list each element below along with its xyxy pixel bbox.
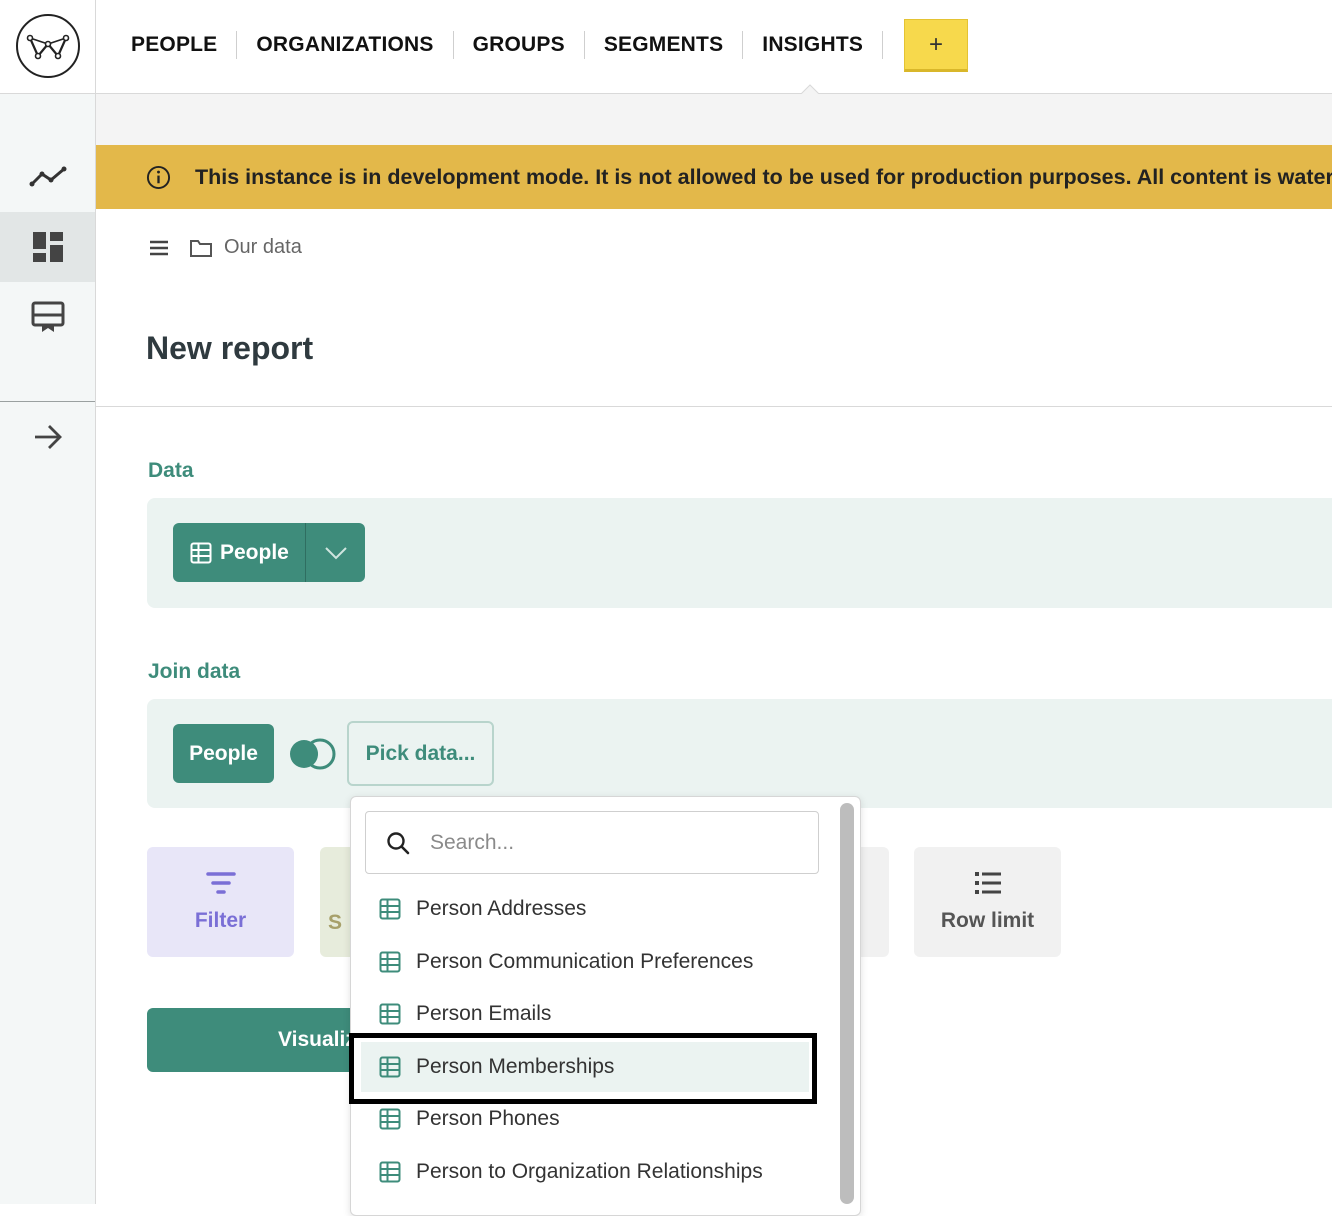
folder-icon bbox=[190, 239, 212, 257]
app-logo[interactable] bbox=[16, 14, 80, 78]
report-icon bbox=[31, 301, 64, 332]
data-section-label: Data bbox=[148, 459, 194, 482]
filter-tile[interactable]: Filter bbox=[147, 847, 294, 957]
breadcrumb-our-data[interactable]: Our data bbox=[224, 236, 302, 259]
main-nav: PEOPLE ORGANIZATIONS GROUPS SEGMENTS INS… bbox=[112, 0, 884, 90]
search-input[interactable] bbox=[430, 830, 790, 855]
table-icon bbox=[379, 951, 401, 973]
rail-dashboard-button[interactable] bbox=[0, 212, 95, 282]
header-strip bbox=[96, 94, 1332, 145]
top-bar: PEOPLE ORGANIZATIONS GROUPS SEGMENTS INS… bbox=[0, 0, 1332, 95]
table-icon bbox=[379, 1108, 401, 1130]
rail-report-button[interactable] bbox=[0, 282, 95, 352]
nav-insights[interactable]: INSIGHTS bbox=[743, 31, 884, 59]
nav-segments[interactable]: SEGMENTS bbox=[585, 31, 744, 59]
add-button[interactable]: + bbox=[904, 19, 968, 72]
nav-people[interactable]: PEOPLE bbox=[112, 31, 238, 59]
row-limit-label: Row limit bbox=[940, 909, 1035, 932]
table-icon bbox=[190, 542, 212, 563]
dropdown-option[interactable]: Person to Organization Relationships bbox=[361, 1147, 809, 1197]
chevron-down-icon bbox=[324, 546, 347, 559]
dropdown-option[interactable]: Person Emails bbox=[361, 989, 809, 1039]
dropdown-option[interactable]: Person Addresses bbox=[361, 884, 809, 934]
focus-highlight-box bbox=[349, 1033, 817, 1104]
data-source-dropdown-toggle[interactable] bbox=[306, 546, 365, 560]
dashboard-icon bbox=[32, 232, 63, 262]
rail-trend-button[interactable] bbox=[0, 142, 95, 212]
dev-mode-banner: This instance is in development mode. It… bbox=[96, 145, 1332, 209]
data-source-split-button: People bbox=[173, 523, 365, 582]
arrow-right-icon bbox=[34, 425, 62, 449]
search-box bbox=[365, 811, 819, 874]
nav-groups[interactable]: GROUPS bbox=[454, 31, 585, 59]
trend-icon bbox=[29, 166, 66, 187]
menu-icon[interactable] bbox=[146, 237, 172, 259]
dropdown-option-label: Person to Organization Relationships bbox=[416, 1160, 763, 1183]
title-divider bbox=[96, 406, 1332, 407]
list-icon bbox=[974, 872, 1001, 894]
summarize-label-partial: S bbox=[327, 911, 342, 934]
data-source-button[interactable]: People bbox=[173, 523, 306, 582]
rail-expand-button[interactable] bbox=[0, 402, 95, 472]
left-rail bbox=[0, 94, 96, 1204]
dropdown-option-label: Person Communication Preferences bbox=[416, 950, 754, 973]
info-icon bbox=[146, 165, 171, 189]
join-left-source[interactable]: People bbox=[173, 724, 274, 783]
dropdown-option-label: Person Emails bbox=[416, 1002, 552, 1025]
dropdown-scrollbar-thumb[interactable] bbox=[840, 803, 854, 1204]
breadcrumb: Our data bbox=[146, 236, 302, 259]
dropdown-option-label: Person Phones bbox=[416, 1107, 560, 1130]
page-title: New report bbox=[146, 330, 314, 366]
filter-icon bbox=[205, 872, 236, 894]
filter-label: Filter bbox=[194, 909, 247, 932]
banner-text: This instance is in development mode. It… bbox=[195, 164, 1332, 189]
table-icon bbox=[379, 1161, 401, 1183]
table-icon bbox=[379, 898, 401, 920]
data-source-label: People bbox=[220, 540, 289, 564]
crown-logo-icon bbox=[26, 34, 70, 60]
pick-data-dropdown: Person Addresses Person Communication Pre… bbox=[350, 796, 861, 1216]
join-section-label: Join data bbox=[148, 660, 241, 683]
logo-cell bbox=[0, 0, 96, 94]
dropdown-option-label: Person Addresses bbox=[416, 897, 587, 920]
table-icon bbox=[379, 1003, 401, 1025]
search-icon bbox=[387, 831, 410, 854]
pick-data-button[interactable]: Pick data... bbox=[347, 721, 494, 786]
join-type-icon[interactable] bbox=[287, 737, 337, 771]
dropdown-option[interactable]: Person Communication Preferences bbox=[361, 937, 809, 987]
row-limit-tile[interactable]: Row limit bbox=[914, 847, 1061, 957]
nav-organizations[interactable]: ORGANIZATIONS bbox=[237, 31, 454, 59]
